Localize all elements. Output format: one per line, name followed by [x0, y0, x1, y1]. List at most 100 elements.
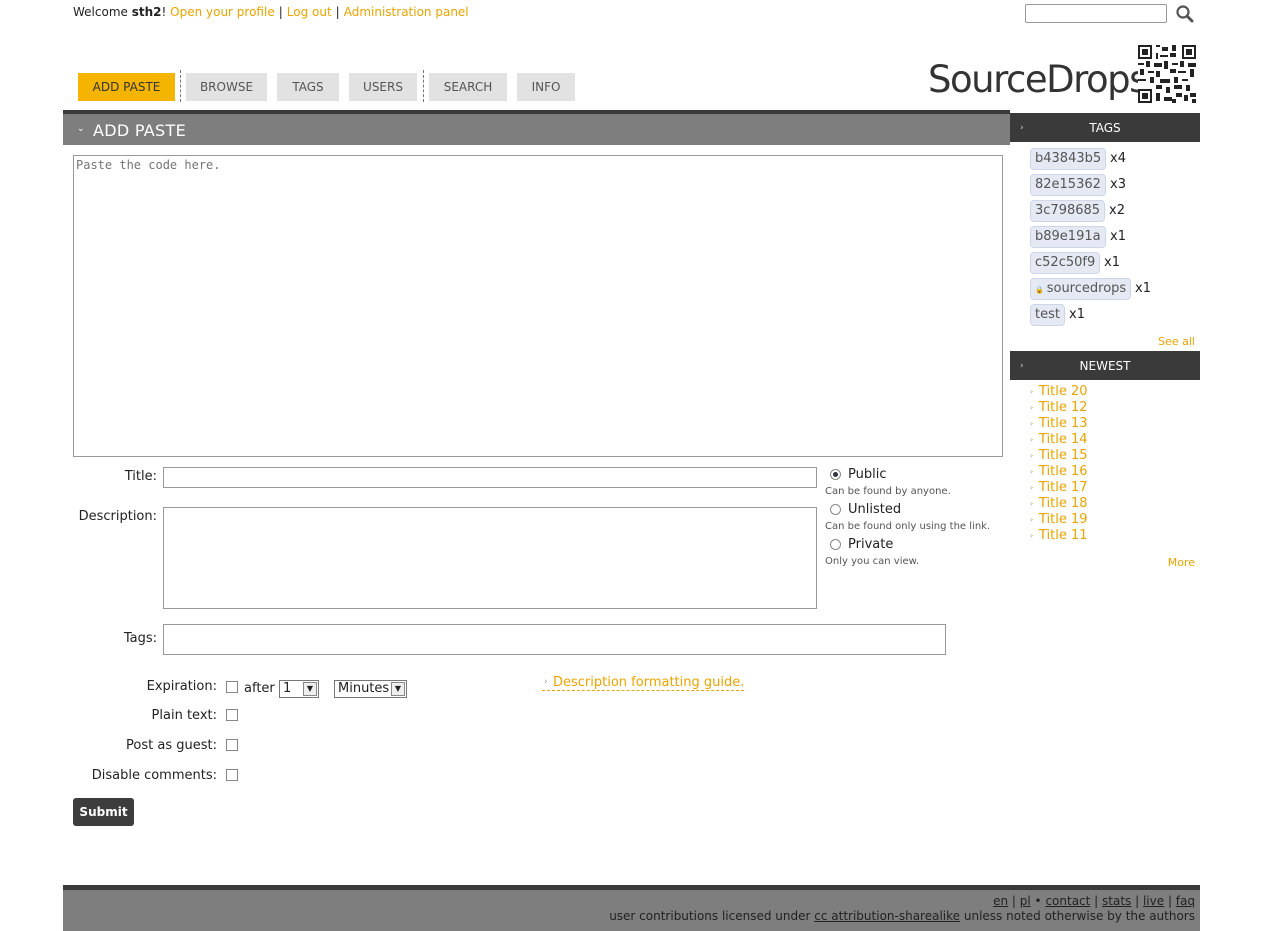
formatting-guide-link[interactable]: › Description formatting guide. — [542, 675, 745, 691]
newest-item-link[interactable]: Title 13 — [1039, 416, 1088, 431]
nav-browse[interactable]: BROWSE — [186, 73, 267, 101]
newest-item-link[interactable]: Title 19 — [1039, 512, 1088, 527]
tag-chip[interactable]: 🔒 sourcedrops — [1030, 278, 1132, 300]
main-header — [63, 114, 1010, 145]
tags-label: Tags: — [123, 631, 157, 646]
tag-count: x1 — [1104, 255, 1120, 270]
chevron-right-icon: › — [1030, 499, 1034, 508]
unlisted-radio[interactable] — [830, 504, 841, 515]
license-text-pre: user contributions licensed under — [609, 909, 811, 923]
license-text-post: unless noted otherwise by the authors — [963, 909, 1195, 923]
tags-section-title: TAGS — [1089, 121, 1121, 135]
chevron-right-icon: › — [1030, 531, 1034, 540]
admin-panel-link[interactable]: Administration panel — [344, 5, 469, 19]
tag-name: c52c50f9 — [1035, 255, 1096, 270]
chevron-right-icon: › — [1030, 387, 1034, 396]
tag-chip[interactable]: b43843b5 — [1030, 148, 1107, 170]
newest-item-link[interactable]: Title 17 — [1039, 480, 1088, 495]
tag-name: sourcedrops — [1046, 281, 1127, 296]
private-hint: Only you can view. — [825, 556, 920, 567]
newest-item-link[interactable]: Title 16 — [1039, 464, 1088, 479]
newest-section-title: NEWEST — [1079, 359, 1131, 373]
tag-chip[interactable]: test — [1030, 304, 1065, 326]
search-input[interactable] — [1025, 4, 1167, 23]
tags-section-header: › TAGS — [1010, 113, 1200, 142]
newest-item-link[interactable]: Title 11 — [1039, 528, 1088, 543]
welcome-text: Welcome — [73, 5, 128, 19]
code-textarea[interactable] — [73, 155, 1003, 457]
after-label: after — [244, 681, 275, 696]
faq-link[interactable]: faq — [1176, 894, 1195, 908]
chevron-right-icon: › — [1030, 451, 1034, 460]
log-out-link[interactable]: Log out — [287, 5, 332, 19]
separator: | — [278, 5, 283, 19]
disable-comments-label: Disable comments: — [91, 768, 217, 783]
chevron-down-icon: ⌄ — [77, 124, 85, 134]
page-title: ADD PASTE — [93, 121, 186, 140]
post-as-guest-label: Post as guest: — [126, 738, 217, 753]
chevron-right-icon: › — [1030, 403, 1034, 412]
post-as-guest-checkbox[interactable] — [226, 739, 238, 751]
chevron-right-icon: › — [1020, 361, 1024, 371]
welcome-line: Welcome sth2! Open your profile | Log out |… — [73, 5, 469, 19]
expiration-unit-select[interactable]: Minutes ▼ — [334, 680, 407, 698]
nav-users[interactable]: USERS — [349, 73, 417, 101]
disable-comments-checkbox[interactable] — [226, 769, 238, 781]
description-textarea[interactable] — [163, 507, 817, 609]
tag-chip[interactable]: 82e15362 — [1030, 174, 1106, 196]
see-all-link[interactable]: See all — [1158, 335, 1195, 348]
title-input[interactable] — [163, 467, 817, 488]
search-button[interactable] — [1175, 4, 1195, 24]
expiration-amount-select[interactable]: 1 ▼ — [279, 680, 319, 698]
contact-link[interactable]: contact — [1045, 894, 1090, 908]
newest-item-link[interactable]: Title 15 — [1039, 448, 1088, 463]
newest-item-link[interactable]: Title 14 — [1039, 432, 1088, 447]
more-link[interactable]: More — [1168, 556, 1195, 569]
license-link[interactable]: cc attribution-sharealike — [814, 909, 960, 923]
lang-en-link[interactable]: en — [993, 894, 1008, 908]
submit-button[interactable]: Submit — [73, 798, 134, 826]
chevron-right-icon: › — [1030, 435, 1034, 444]
chevron-right-icon: › — [544, 677, 548, 687]
nav-divider — [180, 70, 181, 102]
live-link[interactable]: live — [1143, 894, 1164, 908]
private-radio[interactable] — [830, 539, 841, 550]
title-label: Title: — [124, 469, 157, 484]
plain-text-checkbox[interactable] — [226, 709, 238, 721]
welcome-exclaim: ! — [161, 5, 167, 19]
site-logo[interactable]: SourceDrops — [928, 58, 1148, 101]
lang-pl-link[interactable]: pl — [1020, 894, 1031, 908]
public-hint: Can be found by anyone. — [825, 486, 951, 497]
newest-item-link[interactable]: Title 20 — [1039, 384, 1088, 399]
nav-add-paste[interactable]: ADD PASTE — [78, 73, 175, 101]
tag-chip[interactable]: 3c798685 — [1030, 200, 1106, 222]
dropdown-arrow-icon: ▼ — [391, 682, 405, 696]
chevron-right-icon: › — [1020, 123, 1024, 133]
public-label: Public — [848, 467, 887, 482]
newest-section-header: › NEWEST — [1010, 351, 1200, 380]
newest-item-link[interactable]: Title 18 — [1039, 496, 1088, 511]
dropdown-arrow-icon: ▼ — [303, 682, 317, 696]
open-profile-link[interactable]: Open your profile — [170, 5, 275, 19]
nav-info[interactable]: INFO — [517, 73, 575, 101]
lock-icon: 🔒 — [1035, 286, 1044, 294]
nav-tags[interactable]: TAGS — [277, 73, 339, 101]
tags-input[interactable] — [163, 624, 946, 655]
private-label: Private — [848, 537, 894, 552]
chevron-right-icon: › — [1030, 467, 1034, 476]
unlisted-label: Unlisted — [848, 502, 902, 517]
newest-item-link[interactable]: Title 12 — [1039, 400, 1088, 415]
tag-name: b89e191a — [1035, 229, 1101, 244]
nav-search[interactable]: SEARCH — [429, 73, 507, 101]
stats-link[interactable]: stats — [1102, 894, 1131, 908]
public-radio[interactable] — [830, 469, 841, 480]
tag-count: x1 — [1069, 307, 1085, 322]
qr-code-icon — [1138, 45, 1196, 103]
tag-chip[interactable]: c52c50f9 — [1030, 252, 1101, 274]
description-label: Description: — [78, 509, 157, 524]
tag-chip[interactable]: b89e191a — [1030, 226, 1106, 248]
expiration-label: Expiration: — [146, 679, 217, 694]
expiration-checkbox[interactable] — [226, 681, 238, 693]
chevron-right-icon: › — [1030, 419, 1034, 428]
formatting-guide-text: Description formatting guide. — [553, 675, 745, 690]
